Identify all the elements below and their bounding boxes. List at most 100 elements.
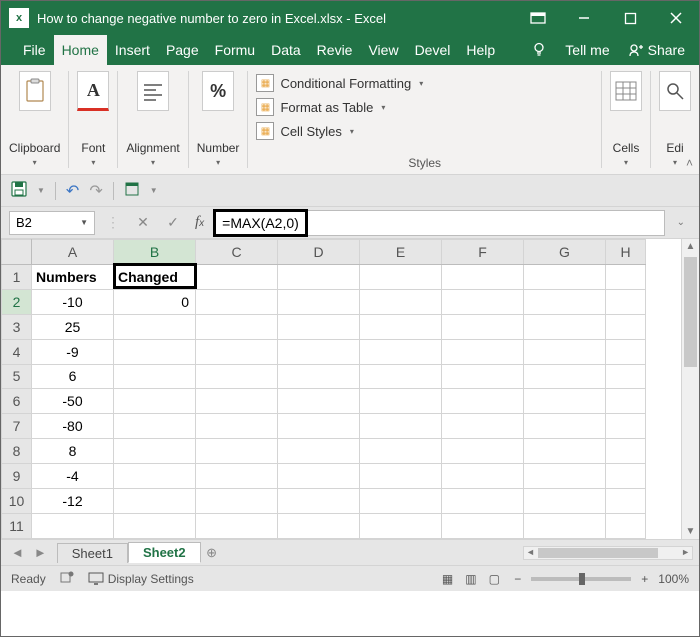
cell[interactable] — [360, 289, 442, 314]
cell[interactable] — [114, 389, 196, 414]
cell[interactable] — [442, 414, 524, 439]
row-header-6[interactable]: 6 — [2, 389, 32, 414]
cell[interactable] — [114, 414, 196, 439]
cell[interactable] — [524, 339, 606, 364]
cell[interactable] — [278, 389, 360, 414]
font-icon[interactable]: A — [77, 71, 109, 111]
cell[interactable] — [360, 339, 442, 364]
cell[interactable] — [606, 264, 646, 289]
clipboard-icon[interactable] — [19, 71, 51, 111]
row-header-10[interactable]: 10 — [2, 489, 32, 514]
cell[interactable] — [278, 439, 360, 464]
name-box[interactable]: B2 ▼ — [9, 211, 95, 235]
col-header-A[interactable]: A — [32, 240, 114, 265]
page-layout-view-button[interactable]: ▥ — [461, 572, 481, 586]
row-header-4[interactable]: 4 — [2, 339, 32, 364]
editing-icon[interactable] — [659, 71, 691, 111]
tab-file[interactable]: File — [15, 35, 54, 65]
cells-icon[interactable] — [610, 71, 642, 111]
sheet-tab-2[interactable]: Sheet2 — [128, 542, 201, 563]
cell[interactable] — [442, 314, 524, 339]
cell[interactable] — [196, 364, 278, 389]
normal-view-button[interactable]: ▦ — [438, 572, 458, 586]
col-header-F[interactable]: F — [442, 240, 524, 265]
cell-B2[interactable]: 0 — [114, 289, 196, 314]
cell[interactable] — [114, 314, 196, 339]
cell[interactable] — [278, 464, 360, 489]
cell[interactable] — [196, 314, 278, 339]
cell[interactable] — [606, 289, 646, 314]
enter-formula-button[interactable]: ✓ — [161, 214, 185, 231]
cell-A7[interactable]: -80 — [32, 414, 114, 439]
zoom-out-button[interactable]: − — [514, 572, 521, 586]
cell[interactable] — [114, 339, 196, 364]
cell[interactable] — [278, 513, 360, 538]
cell[interactable] — [360, 364, 442, 389]
cell[interactable] — [360, 314, 442, 339]
cancel-formula-button[interactable]: ✕ — [131, 214, 155, 231]
cell[interactable] — [442, 364, 524, 389]
row-header-5[interactable]: 5 — [2, 364, 32, 389]
cell[interactable] — [360, 389, 442, 414]
cell[interactable] — [442, 439, 524, 464]
cell[interactable] — [606, 364, 646, 389]
cell[interactable] — [442, 489, 524, 514]
cell-A8[interactable]: 8 — [32, 439, 114, 464]
col-header-C[interactable]: C — [196, 240, 278, 265]
cell[interactable] — [442, 289, 524, 314]
cell[interactable] — [524, 289, 606, 314]
close-button[interactable] — [653, 1, 699, 35]
row-header-11[interactable]: 11 — [2, 513, 32, 538]
cell[interactable] — [606, 389, 646, 414]
cell[interactable] — [196, 489, 278, 514]
row-header-7[interactable]: 7 — [2, 414, 32, 439]
cell[interactable] — [524, 513, 606, 538]
cell[interactable] — [278, 489, 360, 514]
macro-record-icon[interactable] — [60, 570, 74, 587]
conditional-formatting-button[interactable]: ▦ Conditional Formatting▾ — [256, 71, 593, 95]
hscroll-thumb[interactable] — [538, 548, 658, 558]
cell[interactable] — [360, 264, 442, 289]
row-header-9[interactable]: 9 — [2, 464, 32, 489]
cell[interactable] — [606, 339, 646, 364]
expand-formula-bar-icon[interactable]: ⌄ — [671, 217, 691, 228]
cell[interactable] — [606, 414, 646, 439]
share-button[interactable]: Share — [628, 42, 685, 58]
cell[interactable] — [278, 364, 360, 389]
cell[interactable] — [196, 389, 278, 414]
cell[interactable] — [360, 489, 442, 514]
ribbon-display-button[interactable] — [515, 1, 561, 35]
cell[interactable] — [360, 439, 442, 464]
cell[interactable] — [196, 464, 278, 489]
tell-me-button[interactable]: Tell me — [565, 42, 609, 58]
cell[interactable] — [278, 289, 360, 314]
cell-A10[interactable]: -12 — [32, 489, 114, 514]
cell[interactable] — [114, 464, 196, 489]
cell-styles-button[interactable]: ▦ Cell Styles▾ — [256, 119, 593, 143]
cell-A5[interactable]: 6 — [32, 364, 114, 389]
undo-button[interactable]: ↶ — [66, 181, 79, 201]
cell[interactable] — [606, 513, 646, 538]
tab-formulas[interactable]: Formu — [207, 35, 263, 65]
col-header-H[interactable]: H — [606, 240, 646, 265]
cell[interactable] — [114, 513, 196, 538]
maximize-button[interactable] — [607, 1, 653, 35]
cell[interactable] — [606, 464, 646, 489]
cell[interactable] — [196, 264, 278, 289]
cell-A6[interactable]: -50 — [32, 389, 114, 414]
worksheet-grid[interactable]: A B C D E F G H 1 Numbers Changed 2 -10 … — [1, 239, 699, 539]
tab-data[interactable]: Data — [263, 35, 309, 65]
cell[interactable] — [524, 264, 606, 289]
cell[interactable] — [196, 513, 278, 538]
fx-icon[interactable]: fx — [191, 214, 208, 231]
add-sheet-button[interactable]: ⊕ — [201, 545, 223, 561]
cell[interactable] — [606, 439, 646, 464]
cell[interactable] — [442, 464, 524, 489]
cell[interactable] — [278, 339, 360, 364]
cell-A3[interactable]: 25 — [32, 314, 114, 339]
row-header-1[interactable]: 1 — [2, 264, 32, 289]
save-button[interactable] — [11, 181, 27, 200]
zoom-level[interactable]: 100% — [658, 572, 689, 586]
cell[interactable] — [196, 439, 278, 464]
cell[interactable] — [606, 489, 646, 514]
